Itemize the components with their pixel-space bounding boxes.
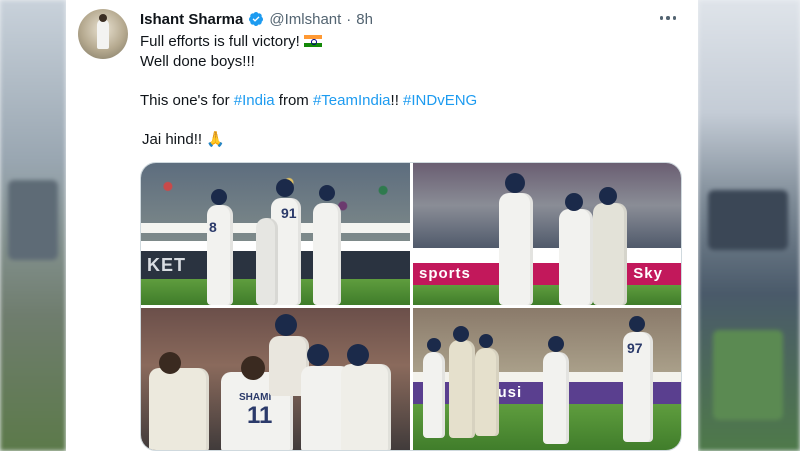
- tweet-header: Ishant Sharma @Imlshant · 8h: [140, 10, 373, 28]
- photo-1-jersey-91: 91: [281, 205, 297, 221]
- separator-dot: ·: [346, 10, 352, 28]
- author-name[interactable]: Ishant Sharma: [140, 11, 243, 28]
- tweet-line-3-bang: !!: [390, 92, 404, 109]
- tweet-line-3-prefix: This one's for: [140, 92, 234, 109]
- tweet-line-2: Well done boys!!!: [140, 53, 255, 70]
- photo-1[interactable]: KET 8 91: [141, 163, 410, 305]
- author-handle[interactable]: @Imlshant: [269, 11, 341, 28]
- photo-4[interactable]: clusi 97: [413, 308, 681, 450]
- photo-3[interactable]: SHAMI 11: [141, 308, 410, 450]
- photo-1-board-text: KET: [147, 255, 186, 275]
- tweet-card[interactable]: Ishant Sharma @Imlshant · 8h Full effort…: [66, 0, 698, 451]
- photo-1-jersey-8: 8: [209, 219, 217, 235]
- blurred-background-right: [698, 0, 800, 451]
- more-options-icon[interactable]: [656, 8, 680, 28]
- tweet-line-4: Jai hind!!: [142, 131, 203, 148]
- tweet-text: Full efforts is full victory! Well done …: [140, 32, 680, 150]
- verified-badge-icon: [249, 12, 264, 26]
- tweet-timestamp[interactable]: 8h: [356, 11, 373, 28]
- hashtag-indveng[interactable]: #INDvENG: [403, 92, 477, 109]
- india-flag-icon: [303, 35, 322, 47]
- tweet-line-3-mid: from: [274, 92, 313, 109]
- media-grid: KET 8 91 sports Sky SHAMI 11 clusi 97: [140, 162, 682, 451]
- photo-3-jersey-11: 11: [247, 402, 273, 429]
- photo-2[interactable]: sports Sky: [413, 163, 681, 305]
- tweet-line-1: Full efforts is full victory!: [140, 33, 300, 50]
- hashtag-teamindia[interactable]: #TeamIndia: [313, 92, 391, 109]
- photo-2-board-text: sports: [419, 265, 471, 282]
- avatar[interactable]: [78, 9, 128, 59]
- hashtag-india[interactable]: #India: [234, 92, 275, 109]
- blurred-background-left: [0, 0, 66, 451]
- folded-hands-icon: 🙏: [206, 131, 225, 148]
- photo-4-jersey-97: 97: [627, 340, 643, 356]
- photo-2-board-text-right: Sky: [633, 265, 663, 282]
